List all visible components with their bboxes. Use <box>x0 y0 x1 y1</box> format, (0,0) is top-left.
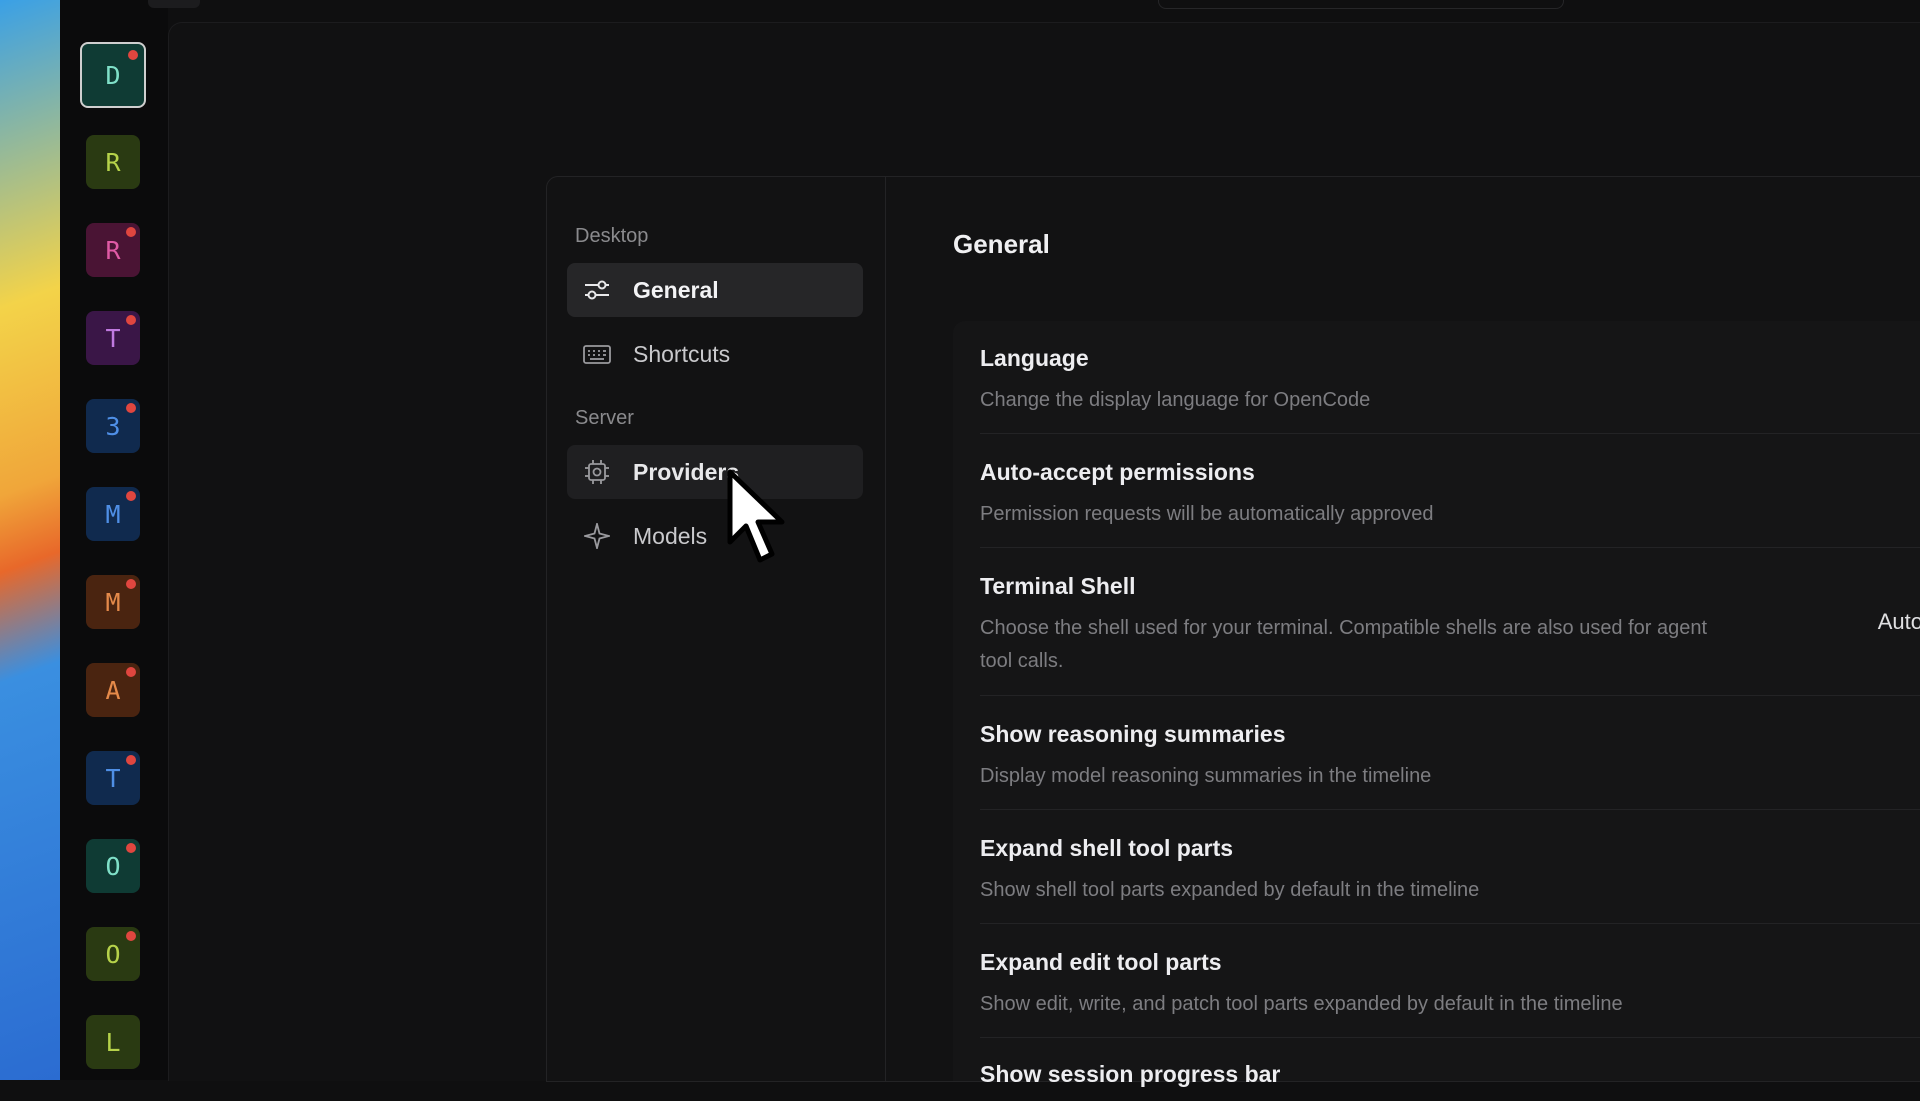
workspace-letter: O <box>105 939 121 969</box>
workspace-item[interactable]: D <box>80 42 146 108</box>
setting-title: Expand edit tool parts <box>980 949 1222 975</box>
mouse-pointer-icon <box>726 468 788 579</box>
notification-dot <box>128 50 138 60</box>
nav-section-server: Server <box>575 407 634 429</box>
notification-dot <box>126 403 136 413</box>
workspace-item[interactable]: O <box>86 839 140 893</box>
workspace-item[interactable]: L <box>86 1015 140 1069</box>
page-title: General <box>953 229 1050 259</box>
notification-dot <box>126 227 136 237</box>
workspace-item[interactable]: O <box>86 927 140 981</box>
settings-card: Language Change the display language for… <box>953 321 1920 1087</box>
settings-dialog: Desktop General Shortcuts Server Provide… <box>546 176 1920 1087</box>
setting-title: Show reasoning summaries <box>980 721 1286 747</box>
setting-row-language[interactable]: Language Change the display language for… <box>980 345 1920 434</box>
setting-desc: Choose the shell used for your terminal.… <box>980 617 1708 672</box>
workspace-rail: D R R T 3 M M A T O O L <box>60 0 168 1080</box>
nav-item-providers[interactable]: Providers <box>567 445 863 499</box>
workspace-letter: R <box>105 147 121 177</box>
setting-desc: Display model reasoning summaries in the… <box>980 765 1432 787</box>
workspace-item[interactable]: T <box>86 311 140 365</box>
setting-row-terminal-shell[interactable]: Terminal Shell Choose the shell used for… <box>980 573 1920 696</box>
setting-title: Show session progress bar <box>980 1061 1281 1087</box>
notification-dot <box>126 579 136 589</box>
setting-row-expand-shell[interactable]: Expand shell tool parts Show shell tool … <box>980 835 1920 924</box>
workspace-letter: R <box>105 235 121 265</box>
nav-label-general: General <box>633 276 719 303</box>
title-search-bar[interactable] <box>1158 0 1564 9</box>
nav-label-shortcuts: Shortcuts <box>633 340 731 367</box>
setting-title: Auto-accept permissions <box>980 459 1255 485</box>
workspace-letter: M <box>105 499 121 529</box>
workspace-letter: L <box>105 1027 121 1057</box>
notification-dot <box>126 755 136 765</box>
notification-dot <box>126 931 136 941</box>
workspace-letter: T <box>105 323 121 353</box>
setting-desc: Show shell tool parts expanded by defaul… <box>980 879 1480 901</box>
setting-desc: Show edit, write, and patch tool parts e… <box>980 993 1623 1015</box>
nav-item-shortcuts[interactable]: Shortcuts <box>567 327 863 381</box>
workspace-item[interactable]: T <box>86 751 140 805</box>
workspace-letter: M <box>105 587 121 617</box>
setting-title: Terminal Shell <box>980 573 1136 599</box>
notification-dot <box>126 843 136 853</box>
settings-nav: Desktop General Shortcuts Server Provide… <box>547 177 886 1081</box>
workspace-item[interactable]: M <box>86 575 140 629</box>
setting-row-progress-bar[interactable]: Show session progress bar <box>980 1061 1920 1101</box>
keyboard-icon <box>583 340 611 368</box>
workspace-item[interactable]: 3 <box>86 399 140 453</box>
window-control[interactable] <box>148 0 200 8</box>
workspace-letter: O <box>105 851 121 881</box>
workspace-item[interactable]: M <box>86 487 140 541</box>
workspace-letter: D <box>105 60 121 90</box>
chip-icon <box>583 458 611 486</box>
setting-row-expand-edit[interactable]: Expand edit tool parts Show edit, write,… <box>980 949 1920 1038</box>
workspace-letter: A <box>105 675 121 705</box>
workspace-item[interactable]: A <box>86 663 140 717</box>
workspace-item[interactable]: R <box>86 135 140 189</box>
nav-section-desktop: Desktop <box>575 225 649 247</box>
setting-title: Expand shell tool parts <box>980 835 1234 861</box>
workspace-letter: T <box>105 763 121 793</box>
setting-row-auto-accept[interactable]: Auto-accept permissions Permission reque… <box>980 459 1920 548</box>
workspace-letter: 3 <box>105 411 121 441</box>
setting-desc: Permission requests will be automaticall… <box>980 503 1434 525</box>
workspace-item[interactable]: R <box>86 223 140 277</box>
setting-row-reasoning[interactable]: Show reasoning summaries Display model r… <box>980 721 1920 810</box>
setting-title: Language <box>980 345 1089 371</box>
nav-item-models[interactable]: Models <box>567 509 863 563</box>
sparkle-icon <box>583 522 611 550</box>
notification-dot <box>126 315 136 325</box>
terminal-shell-select[interactable]: Auto <box>1878 609 1920 635</box>
nav-label-providers: Providers <box>633 458 740 485</box>
notification-dot <box>126 491 136 501</box>
setting-desc: Change the display language for OpenCode <box>980 389 1371 411</box>
desktop-wallpaper <box>0 0 60 1080</box>
nav-label-models: Models <box>633 522 708 549</box>
sliders-icon <box>583 276 611 304</box>
nav-item-general[interactable]: General <box>567 263 863 317</box>
notification-dot <box>126 667 136 677</box>
